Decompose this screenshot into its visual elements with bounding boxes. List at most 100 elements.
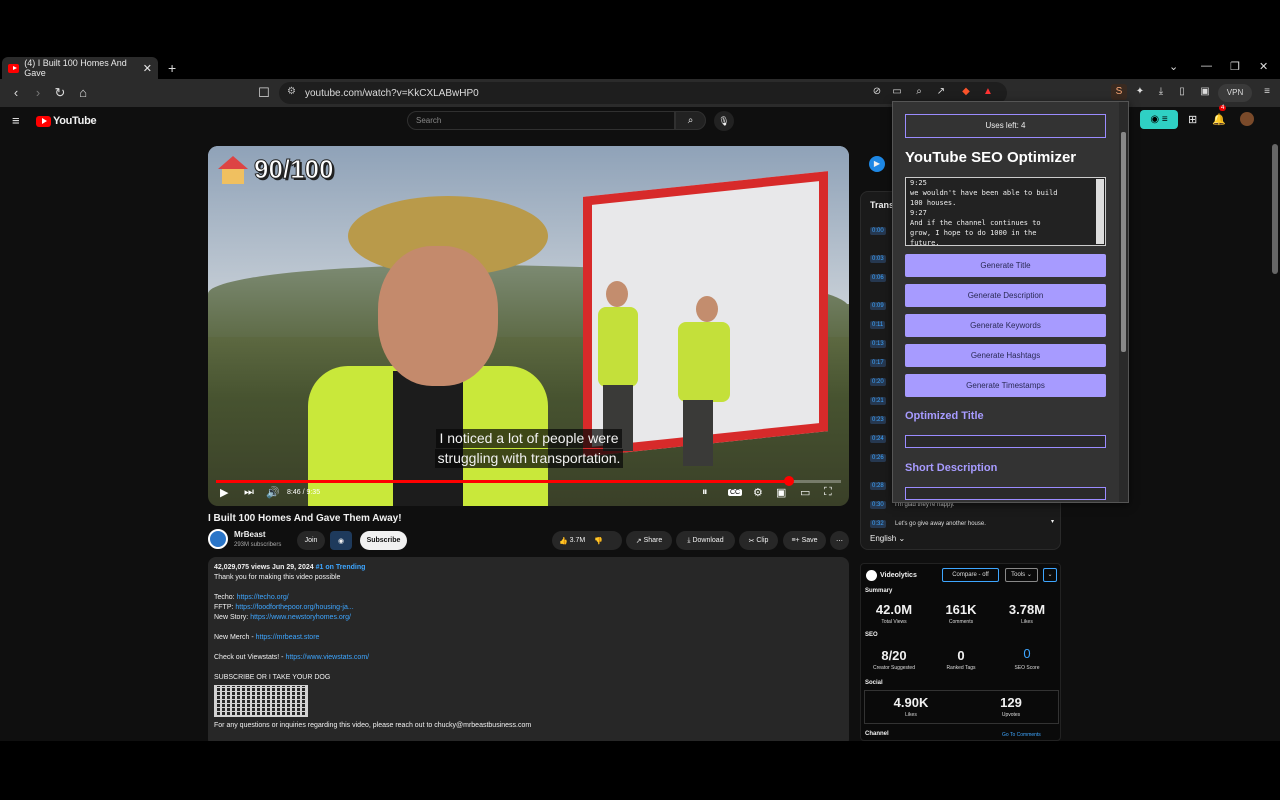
video-player[interactable]: 90/100 I noticed a lot of people were st… [208, 146, 849, 506]
collapse-icon[interactable]: ⌄ [1043, 568, 1057, 582]
trending-link[interactable]: #1 on Trending [316, 564, 366, 571]
transcript-textarea[interactable]: 9:25 we wouldn't have been able to build… [905, 177, 1106, 246]
timestamp[interactable]: 0:03 [870, 255, 886, 263]
window-close-icon[interactable]: ✕ [1259, 60, 1268, 73]
create-icon[interactable]: ⊞ [1188, 113, 1197, 126]
notifications-icon[interactable]: 🔔 [1212, 113, 1226, 126]
like-dislike-group[interactable]: 👍 3.7M 👎 [552, 531, 622, 550]
techo-link[interactable]: https://techo.org/ [237, 594, 289, 601]
popup-scrollbar[interactable] [1119, 102, 1128, 502]
timestamp[interactable]: 0:20 [870, 378, 886, 386]
extension-panel-icon[interactable]: ▶ [869, 156, 885, 172]
timestamp[interactable]: 0:21 [870, 397, 886, 405]
theater-mode-icon[interactable]: ▭ [800, 486, 810, 499]
short-description-output[interactable] [905, 487, 1106, 500]
progress-bar[interactable] [216, 476, 841, 486]
go-to-comments-link[interactable]: Go To Comments [1002, 732, 1041, 738]
fftp-link[interactable]: https://foodforthepoor.org/housing-ja... [235, 604, 353, 611]
timestamp[interactable]: 0:11 [870, 321, 886, 329]
progress-handle[interactable] [783, 476, 794, 486]
tools-button[interactable]: Tools ⌄ [1005, 568, 1038, 582]
tab-search-icon[interactable]: ⌄ [1169, 60, 1178, 73]
timestamp[interactable]: 0:30 [870, 501, 886, 509]
language-select[interactable]: English ⌄ [870, 534, 905, 543]
site-info-icon[interactable]: ⚙ [287, 86, 296, 97]
timestamp[interactable]: 0:06 [870, 274, 886, 282]
extension-s-icon[interactable]: S [1111, 84, 1127, 100]
cast-icon[interactable]: ▭ [889, 84, 905, 100]
vpn-button[interactable]: VPN [1218, 84, 1252, 102]
transcript-line[interactable]: Let's go give away another house. [895, 521, 986, 527]
voice-search-button[interactable]: 🎙 [714, 111, 734, 131]
sidebar-icon[interactable]: ▯ [1174, 84, 1190, 100]
menu-icon[interactable]: ≡ [1259, 84, 1275, 100]
timestamp[interactable]: 0:26 [870, 454, 886, 462]
hamburger-menu-icon[interactable]: ≡ [12, 113, 20, 128]
next-icon[interactable]: ⏭ [244, 486, 254, 499]
restore-icon[interactable]: ❐ [1230, 60, 1240, 73]
extension-channel-icon[interactable]: ◉ [330, 531, 352, 550]
extensions-icon[interactable]: ✦ [1132, 84, 1148, 100]
merch-link[interactable]: https://mrbeast.store [256, 634, 320, 641]
scroll-down-icon[interactable]: ▾ [1051, 518, 1054, 525]
dislike-icon[interactable]: 👎 [594, 537, 603, 545]
page-scrollbar-thumb[interactable] [1272, 144, 1278, 274]
timestamp[interactable]: 0:23 [870, 416, 886, 424]
newstory-link[interactable]: https://www.newstoryhomes.org/ [250, 614, 351, 621]
settings-gear-icon[interactable]: ⚙ [753, 486, 763, 499]
minimize-icon[interactable]: — [1201, 60, 1212, 72]
rewards-icon[interactable]: ▲ [980, 84, 996, 100]
extension-toggle-button[interactable]: ◉ ≡ [1140, 110, 1178, 129]
subtitles-icon[interactable]: CC [728, 489, 743, 496]
share-page-icon[interactable]: ↗ [933, 84, 949, 100]
home-icon[interactable]: ⌂ [75, 85, 91, 100]
reload-icon[interactable]: ↻ [52, 85, 68, 101]
timestamp[interactable]: 0:24 [870, 435, 886, 443]
timestamp[interactable]: 0:13 [870, 340, 886, 348]
timestamp[interactable]: 0:09 [870, 302, 886, 310]
channel-name[interactable]: MrBeast [234, 530, 266, 539]
save-button[interactable]: ≡+ Save [783, 531, 826, 550]
play-icon[interactable]: ▶ [220, 486, 228, 499]
download-button[interactable]: ⤓ Download [676, 531, 735, 550]
forward-icon[interactable]: › [30, 85, 46, 100]
page-scrollbar[interactable] [1270, 143, 1280, 741]
timestamp[interactable]: 0:00 [870, 227, 886, 235]
wallet-icon[interactable]: ▣ [1197, 84, 1213, 100]
viewstats-link[interactable]: https://www.viewstats.com/ [285, 654, 369, 661]
miniplayer-icon[interactable]: ▣ [776, 486, 786, 499]
generate-description-button[interactable]: Generate Description [905, 284, 1106, 307]
textarea-scrollbar[interactable] [1096, 179, 1104, 244]
search-input[interactable]: Search [407, 111, 675, 130]
more-actions-button[interactable]: ⋯ [830, 531, 849, 550]
generate-timestamps-button[interactable]: Generate Timestamps [905, 374, 1106, 397]
optimized-title-output[interactable] [905, 435, 1106, 448]
fullscreen-icon[interactable]: ⛶ [824, 486, 832, 499]
tab-close-icon[interactable]: ✕ [143, 62, 152, 75]
generate-keywords-button[interactable]: Generate Keywords [905, 314, 1106, 337]
browser-tab[interactable]: (4) I Built 100 Homes And Gave ✕ [2, 57, 158, 79]
back-icon[interactable]: ‹ [8, 85, 24, 100]
timestamp[interactable]: 0:32 [870, 520, 886, 528]
zoom-icon[interactable]: ⌕ [911, 84, 927, 100]
subscribe-button[interactable]: Subscribe [360, 531, 407, 550]
tracking-icon[interactable]: ⊘ [869, 84, 885, 100]
generate-hashtags-button[interactable]: Generate Hashtags [905, 344, 1106, 367]
popup-scrollbar-thumb[interactable] [1121, 132, 1126, 352]
search-button[interactable]: ⌕ [675, 111, 706, 130]
youtube-logo[interactable]: YouTube [36, 115, 97, 127]
join-button[interactable]: Join [297, 531, 325, 550]
like-icon[interactable]: 👍 [559, 537, 570, 545]
channel-avatar[interactable] [208, 529, 228, 549]
clip-button[interactable]: ✂ Clip [739, 531, 778, 550]
compare-button[interactable]: Compare - off [942, 568, 999, 582]
timestamp[interactable]: 0:28 [870, 482, 886, 490]
downloads-icon[interactable]: ⤓ [1153, 84, 1169, 100]
bookmark-icon[interactable]: ☐ [256, 85, 272, 101]
volume-icon[interactable]: 🔊 [266, 486, 280, 499]
generate-title-button[interactable]: Generate Title [905, 254, 1106, 277]
new-tab-button[interactable]: + [168, 60, 176, 76]
autoplay-toggle-icon[interactable]: ⏸ [702, 486, 708, 499]
account-avatar[interactable] [1240, 112, 1254, 126]
timestamp[interactable]: 0:17 [870, 359, 886, 367]
